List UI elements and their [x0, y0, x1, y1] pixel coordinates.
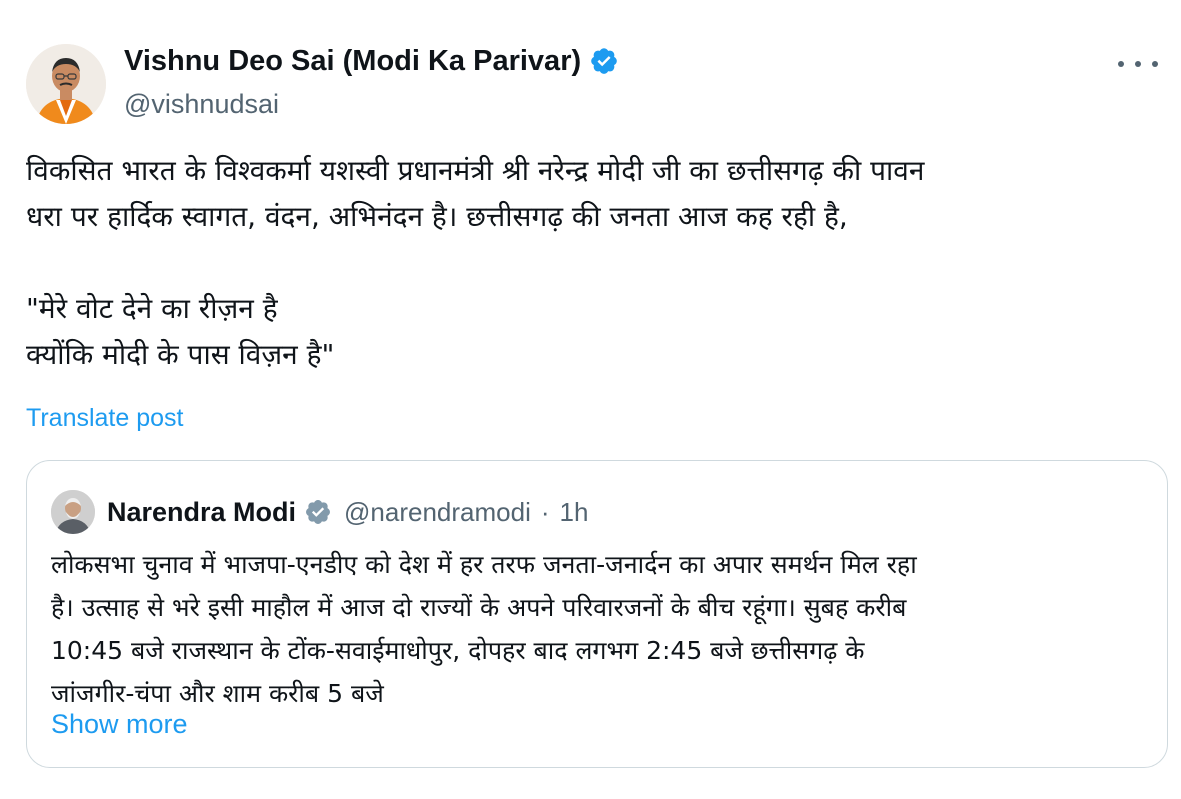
quoted-text-line: जांजगीर-चंपा और शाम करीब 5 बजे [51, 679, 384, 708]
verified-badge-icon [591, 48, 617, 74]
post-text-line: धरा पर हार्दिक स्वागत, वंदन, अभिनंदन है।… [26, 200, 848, 233]
quoted-author-name[interactable]: Narendra Modi [107, 497, 296, 528]
post-header: Vishnu Deo Sai (Modi Ka Parivar) @vishnu… [26, 40, 1166, 124]
avatar[interactable] [26, 44, 106, 124]
author-display-name[interactable]: Vishnu Deo Sai (Modi Ka Parivar) [124, 42, 581, 80]
post-text-line: विकसित भारत के विश्वकर्मा यशस्वी प्रधानम… [26, 154, 925, 187]
separator-dot: · [540, 496, 550, 527]
quoted-avatar[interactable] [51, 490, 95, 534]
author-info: Vishnu Deo Sai (Modi Ka Parivar) @vishnu… [124, 42, 619, 122]
more-dot [1135, 61, 1141, 67]
more-dot [1118, 61, 1124, 67]
author-name-row[interactable]: Vishnu Deo Sai (Modi Ka Parivar) [124, 42, 619, 80]
translate-post-link[interactable]: Translate post [26, 401, 183, 435]
post-text-line: "मेरे वोट देने का रीज़न है [26, 292, 278, 325]
quoted-text-line: 10:45 बजे राजस्थान के टोंक-सवाईमाधोपुर, … [51, 636, 865, 665]
quoted-post[interactable]: Narendra Modi @narendramodi · 1h लोकसभा … [26, 460, 1168, 768]
quoted-post-header: Narendra Modi @narendramodi · 1h [51, 490, 589, 534]
quoted-text-line: है। उत्साह से भरे इसी माहौल में आज दो रा… [51, 593, 907, 622]
show-more-link[interactable]: Show more [51, 706, 188, 742]
author-handle[interactable]: @vishnudsai [124, 86, 619, 122]
quoted-post-text: लोकसभा चुनाव में भाजपा-एनडीए को देश में … [51, 543, 1141, 715]
quoted-post-time[interactable]: 1h [560, 497, 589, 528]
post-text-line: क्योंकि मोदी के पास विज़न है" [26, 338, 335, 371]
quoted-author-handle[interactable]: @narendramodi [344, 497, 531, 528]
quoted-text-line: लोकसभा चुनाव में भाजपा-एनडीए को देश में … [51, 550, 917, 579]
more-dot [1152, 61, 1158, 67]
post-card: Vishnu Deo Sai (Modi Ka Parivar) @vishnu… [0, 0, 1181, 799]
more-dots-icon[interactable] [1118, 52, 1158, 76]
post-text: विकसित भारत के विश्वकर्मा यशस्वी प्रधानम… [26, 148, 1161, 378]
quoted-verified-badge-icon [306, 500, 330, 524]
